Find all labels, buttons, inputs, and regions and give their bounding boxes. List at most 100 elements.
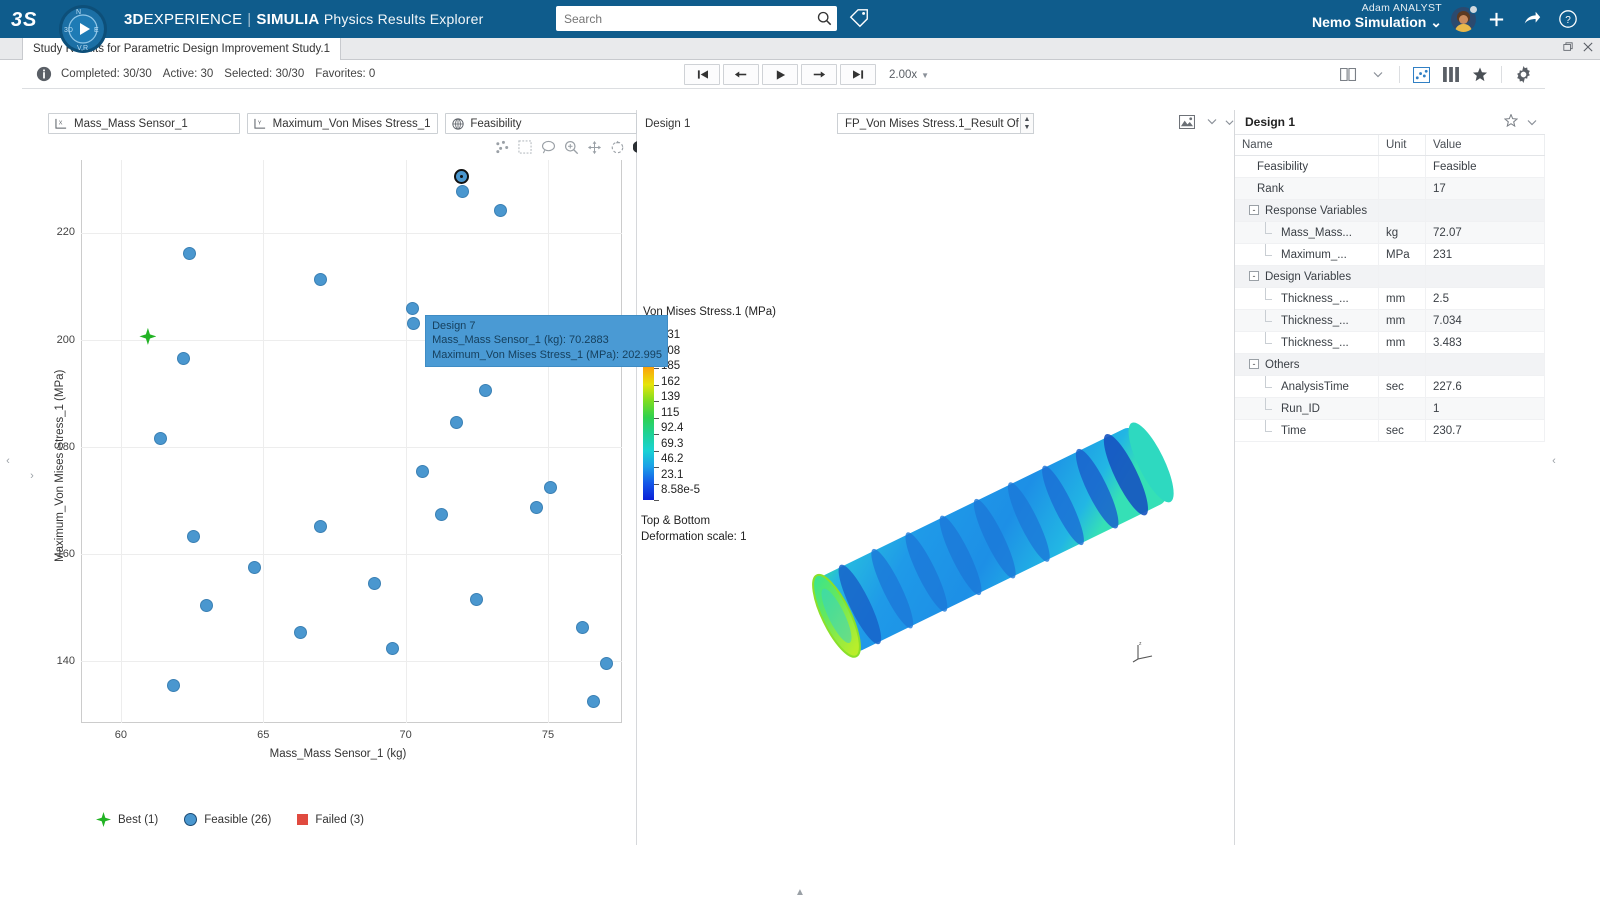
favorite-star-icon[interactable] bbox=[1503, 113, 1519, 130]
property-row[interactable]: Rank 17 bbox=[1235, 177, 1545, 200]
scatter-select-icon[interactable] bbox=[494, 139, 510, 155]
collapse-far-right-icon[interactable]: ‹ bbox=[1548, 450, 1560, 472]
property-row[interactable]: Run_ID 1 bbox=[1235, 397, 1545, 420]
design-point[interactable] bbox=[313, 273, 327, 287]
columns-view-icon[interactable] bbox=[1437, 62, 1464, 87]
property-value-cell[interactable]: 231 bbox=[1425, 243, 1545, 266]
stepper-down-icon[interactable]: ▼ bbox=[1024, 124, 1031, 132]
property-row[interactable]: Maximum_... MPa 231 bbox=[1235, 243, 1545, 266]
playback-speed[interactable]: 2.00x ▼ bbox=[889, 69, 929, 81]
y-axis-selector[interactable]: Y Maximum_Von Mises Stress_1 bbox=[246, 113, 439, 134]
bottom-panel-handle[interactable]: ▲ bbox=[0, 884, 1600, 900]
search-input[interactable] bbox=[556, 7, 811, 30]
info-icon[interactable] bbox=[36, 66, 52, 82]
pan-icon[interactable] bbox=[586, 139, 602, 155]
design-point[interactable] bbox=[434, 507, 448, 521]
viewport-chevron-down-icon[interactable] bbox=[1203, 113, 1220, 130]
color-by-selector[interactable]: Feasibility bbox=[445, 113, 638, 134]
group-collapse-toggle[interactable]: - bbox=[1249, 359, 1259, 370]
design-point[interactable] bbox=[367, 576, 381, 590]
property-row[interactable]: Mass_Mass... kg 72.07 bbox=[1235, 221, 1545, 244]
help-icon[interactable]: ? bbox=[1556, 7, 1580, 31]
legend-item-failed[interactable]: Failed (3) bbox=[297, 814, 364, 826]
add-button[interactable] bbox=[1484, 7, 1508, 31]
group-collapse-toggle[interactable]: - bbox=[1249, 205, 1259, 216]
design-point[interactable] bbox=[544, 480, 558, 494]
design-point[interactable] bbox=[575, 620, 589, 634]
reset-view-icon[interactable] bbox=[609, 139, 625, 155]
step-back-button[interactable] bbox=[723, 64, 759, 85]
property-row[interactable]: Feasibility Feasible bbox=[1235, 155, 1545, 178]
scatter-plot-view-icon[interactable] bbox=[1408, 62, 1435, 87]
close-icon[interactable] bbox=[1582, 41, 1594, 53]
restore-icon[interactable] bbox=[1562, 41, 1574, 53]
step-forward-button[interactable] bbox=[801, 64, 837, 85]
property-row[interactable]: Time sec 230.7 bbox=[1235, 419, 1545, 442]
property-value-cell[interactable]: 3.483 bbox=[1425, 331, 1545, 354]
design-point[interactable] bbox=[478, 384, 492, 398]
property-value-cell[interactable] bbox=[1425, 199, 1545, 222]
property-row[interactable]: Thickness_... mm 3.483 bbox=[1235, 331, 1545, 354]
property-value-cell[interactable]: 230.7 bbox=[1425, 419, 1545, 442]
property-value-cell[interactable] bbox=[1425, 353, 1545, 376]
layout-chevron-down-icon[interactable] bbox=[1364, 62, 1391, 87]
legend-item-best[interactable]: Best (1) bbox=[96, 812, 158, 827]
dassault-systemes-logo[interactable]: 3 S bbox=[0, 0, 52, 38]
layout-split-icon[interactable] bbox=[1335, 62, 1362, 87]
plot-area[interactable]: Design 7 Mass_Mass Sensor_1 (kg): 70.288… bbox=[81, 160, 668, 723]
group-collapse-toggle[interactable]: - bbox=[1249, 271, 1259, 282]
image-capture-icon[interactable] bbox=[1178, 113, 1195, 130]
design-point[interactable] bbox=[470, 592, 484, 606]
design-point[interactable] bbox=[199, 599, 213, 613]
playback-controls: 2.00x ▼ bbox=[684, 64, 929, 85]
panel-collapse-icon[interactable] bbox=[1223, 110, 1235, 135]
favorites-star-icon[interactable] bbox=[1466, 62, 1493, 87]
design-point[interactable] bbox=[587, 695, 601, 709]
search-icon[interactable] bbox=[811, 11, 837, 26]
property-value-cell[interactable]: 7.034 bbox=[1425, 309, 1545, 332]
collapse-far-left-icon[interactable]: ‹ bbox=[2, 450, 14, 472]
property-value-cell[interactable]: Feasible bbox=[1425, 155, 1545, 178]
x-axis-selector[interactable]: X Mass_Mass Sensor_1 bbox=[48, 113, 240, 134]
3d-model-cylinder[interactable] bbox=[757, 360, 1227, 720]
result-field-stepper[interactable]: ▲ ▼ bbox=[1020, 113, 1034, 134]
tooltip-x-value: Mass_Mass Sensor_1 (kg): 70.2883 bbox=[432, 334, 609, 347]
selected-design-point[interactable] bbox=[453, 169, 469, 185]
search-box[interactable] bbox=[556, 6, 837, 31]
collapse-left-panel-icon[interactable]: › bbox=[26, 465, 38, 487]
legend-item-feasible[interactable]: Feasible (26) bbox=[184, 813, 271, 826]
tag-icon[interactable] bbox=[848, 7, 870, 31]
result-field-combo[interactable]: FP_Von Mises Stress.1_Result Of Str... bbox=[837, 113, 1027, 134]
design-point[interactable] bbox=[293, 625, 307, 639]
property-row[interactable]: AnalysisTime sec 227.6 bbox=[1235, 375, 1545, 398]
zoom-icon[interactable] bbox=[563, 139, 579, 155]
property-group-row[interactable]: - Response Variables bbox=[1235, 199, 1545, 222]
property-value-cell[interactable]: 1 bbox=[1425, 397, 1545, 420]
last-frame-button[interactable] bbox=[840, 64, 876, 85]
property-value-cell[interactable] bbox=[1425, 265, 1545, 288]
design-point[interactable] bbox=[154, 431, 168, 445]
stepper-up-icon[interactable]: ▲ bbox=[1024, 116, 1031, 124]
design-point[interactable] bbox=[313, 520, 327, 534]
design-point[interactable] bbox=[167, 678, 181, 692]
property-value-cell[interactable]: 72.07 bbox=[1425, 221, 1545, 244]
box-select-icon[interactable] bbox=[517, 139, 533, 155]
design-point[interactable] bbox=[599, 656, 613, 670]
play-button[interactable] bbox=[762, 64, 798, 85]
property-value-cell[interactable]: 2.5 bbox=[1425, 287, 1545, 310]
property-group-row[interactable]: - Design Variables bbox=[1235, 265, 1545, 288]
properties-chevron-down-icon[interactable] bbox=[1527, 115, 1537, 129]
property-group-row[interactable]: - Others bbox=[1235, 353, 1545, 376]
settings-gear-icon[interactable] bbox=[1510, 62, 1537, 87]
property-row[interactable]: Thickness_... mm 2.5 bbox=[1235, 287, 1545, 310]
lasso-select-icon[interactable] bbox=[540, 139, 556, 155]
share-icon[interactable] bbox=[1520, 7, 1544, 31]
tenant-selector[interactable]: Nemo Simulation ⌄ bbox=[1312, 14, 1442, 30]
3dexperience-compass[interactable]: N E 3D V,R bbox=[52, 0, 114, 60]
design-point[interactable] bbox=[182, 246, 196, 260]
property-value-cell[interactable]: 17 bbox=[1425, 177, 1545, 200]
first-frame-button[interactable] bbox=[684, 64, 720, 85]
property-row[interactable]: Thickness_... mm 7.034 bbox=[1235, 309, 1545, 332]
svg-text:X: X bbox=[59, 120, 63, 126]
property-value-cell[interactable]: 227.6 bbox=[1425, 375, 1545, 398]
